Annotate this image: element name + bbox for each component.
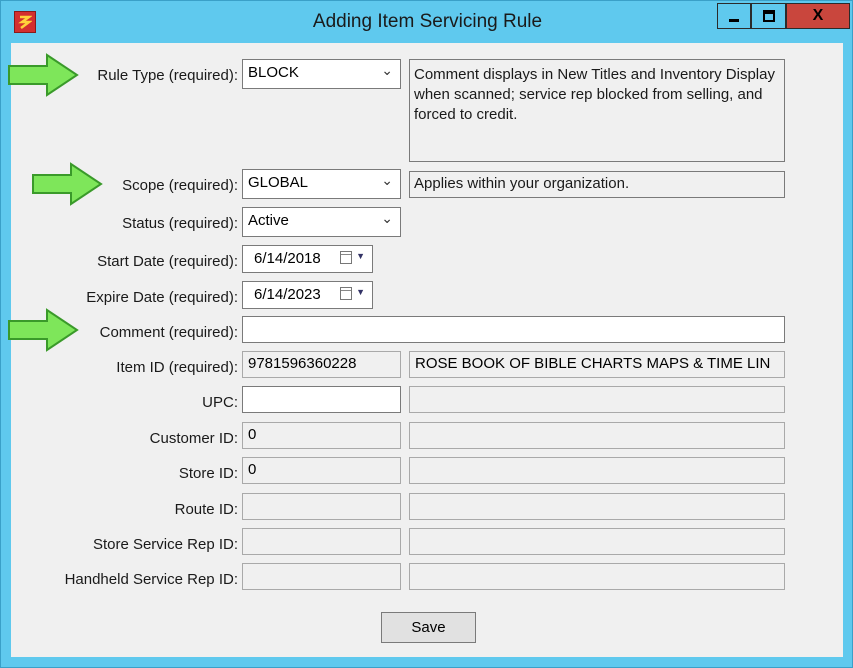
minimize-icon [729,19,739,22]
chevron-down-icon[interactable]: ▼ [356,287,365,297]
upc-input[interactable] [242,386,401,413]
green-arrow-icon [32,162,103,206]
item-id-description: ROSE BOOK OF BIBLE CHARTS MAPS & TIME LI… [409,351,785,378]
calendar-icon[interactable] [340,287,352,300]
upc-label: UPC: [202,394,238,411]
start-date-value: 6/14/2018 [254,250,321,267]
start-date-picker[interactable]: 6/14/2018 ▼ [242,245,373,273]
store-service-rep-id-input[interactable] [242,528,401,555]
rule-type-value: BLOCK [248,64,299,81]
route-id-description [409,493,785,520]
chevron-down-icon: ⌄ [381,172,393,188]
scope-value: GLOBAL [248,174,309,191]
expire-date-value: 6/14/2023 [254,286,321,303]
close-icon: X [812,7,824,24]
save-button[interactable]: Save [381,612,476,643]
comment-input[interactable] [242,316,785,343]
rule-type-description: Comment displays in New Titles and Inven… [409,59,785,162]
dialog-window: Adding Item Servicing Rule X Rule Type (… [0,0,853,668]
status-value: Active [248,212,289,229]
status-select[interactable]: Active ⌄ [242,207,401,237]
expire-date-picker[interactable]: 6/14/2023 ▼ [242,281,373,309]
scope-description: Applies within your organization. [409,171,785,198]
close-button[interactable]: X [786,3,850,29]
customer-id-description [409,422,785,449]
customer-id-input[interactable]: 0 [242,422,401,449]
route-id-label: Route ID: [174,501,238,518]
calendar-icon[interactable] [340,251,352,264]
form-area: Rule Type (required): BLOCK ⌄ Comment di… [11,43,843,657]
chevron-down-icon: ⌄ [381,210,393,226]
handheld-service-rep-id-input[interactable] [242,563,401,590]
store-service-rep-id-label: Store Service Rep ID: [92,536,238,553]
handheld-service-rep-id-label: Handheld Service Rep ID: [64,571,238,588]
store-service-rep-id-description [409,528,785,555]
chevron-down-icon[interactable]: ▼ [356,251,365,261]
green-arrow-icon [8,308,79,352]
expire-date-label: Expire Date (required): [86,289,238,306]
route-id-input[interactable] [242,493,401,520]
minimize-button[interactable] [717,3,751,29]
item-id-input[interactable]: 9781596360228 [242,351,401,378]
handheld-service-rep-id-description [409,563,785,590]
maximize-button[interactable] [751,3,786,29]
maximize-icon [762,10,775,22]
chevron-down-icon: ⌄ [381,62,393,78]
green-arrow-icon [8,53,79,97]
item-id-label: Item ID (required): [116,359,238,376]
title-bar[interactable]: Adding Item Servicing Rule X [1,1,852,41]
customer-id-label: Customer ID: [149,430,238,447]
store-id-input[interactable]: 0 [242,457,401,484]
store-id-description [409,457,785,484]
rule-type-select[interactable]: BLOCK ⌄ [242,59,401,89]
status-label: Status (required): [122,215,238,232]
scope-select[interactable]: GLOBAL ⌄ [242,169,401,199]
start-date-label: Start Date (required): [97,253,238,270]
store-id-label: Store ID: [178,465,238,482]
upc-description [409,386,785,413]
